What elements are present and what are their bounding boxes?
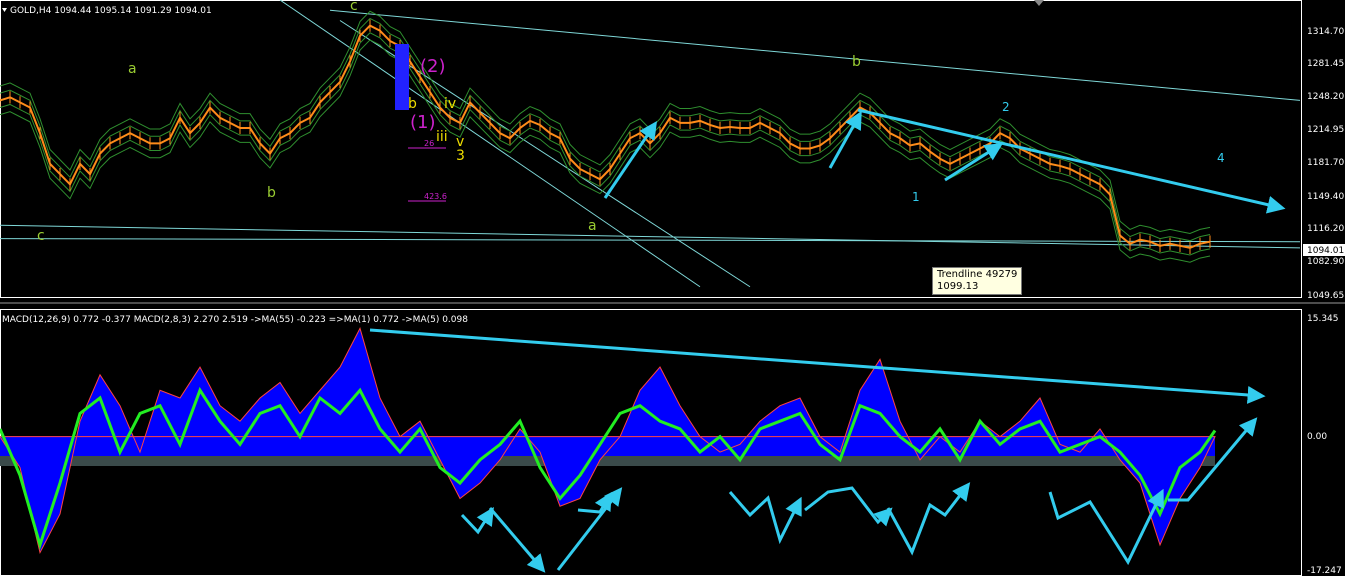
wave-label-7: 2 [1002, 100, 1010, 114]
price-tick-5: 1149.40 [1307, 192, 1344, 202]
tooltip-line2: 1099.13 [937, 281, 979, 292]
price-tick-1: 1281.45 [1307, 59, 1344, 69]
wave-label-12: (1) [410, 112, 436, 133]
wave-label-2: b [267, 185, 276, 201]
price-tick-6: 1116.20 [1307, 224, 1344, 234]
fib-label-26: 26 [424, 139, 434, 148]
wave-label-9: iii [436, 129, 448, 145]
price-tick-3: 1214.95 [1307, 125, 1344, 135]
price-tick-4: 1181.70 [1307, 158, 1344, 168]
wave-label-3: c [37, 228, 45, 244]
macd-negative-band [0, 456, 1215, 466]
current-price-label: 1094.01 [1307, 246, 1344, 256]
macd-tick-1: 0.00 [1307, 432, 1327, 442]
macd-tick-0: 15.345 [1307, 314, 1339, 324]
price-tick-8: 1049.65 [1307, 291, 1344, 301]
wave-label-6: 1 [912, 190, 920, 204]
main-chart-title: GOLD,H4 1094.44 1095.14 1091.29 1094.01 [10, 6, 212, 16]
wave-label-15: iv [444, 96, 456, 112]
tooltip-line1: Trendline 49279 [937, 269, 1018, 280]
wave-label-13: (2) [420, 56, 446, 77]
wave-label-11: 3 [456, 148, 465, 164]
price-tick-7: 1082.90 [1307, 257, 1344, 267]
macd-tick-2: -17.247 [1307, 566, 1342, 576]
price-tick-0: 1314.70 [1307, 27, 1344, 37]
price-axis: 1314.70 1281.45 1248.20 1214.95 1181.70 … [1303, 27, 1345, 301]
trendline-tooltip: Trendline 49279 1099.13 [932, 267, 1023, 295]
gold-h4-chart: GOLD,H4 1094.44 1095.14 1091.29 1094.01 … [0, 0, 1345, 576]
price-tick-2: 1248.20 [1307, 92, 1344, 102]
macd-title: MACD(12,26,9) 0.772 -0.377 MACD(2,8,3) 2… [2, 315, 468, 325]
wave-label-0: c [350, 0, 358, 14]
highlight-box [395, 44, 409, 110]
wave-label-5: a [588, 218, 597, 234]
wave-label-8: 4 [1217, 151, 1225, 165]
fib-label-423: 423.6 [424, 192, 447, 201]
wave-label-14: b [408, 96, 417, 112]
wave-label-4: b [852, 54, 861, 70]
wave-label-1: a [128, 61, 137, 77]
